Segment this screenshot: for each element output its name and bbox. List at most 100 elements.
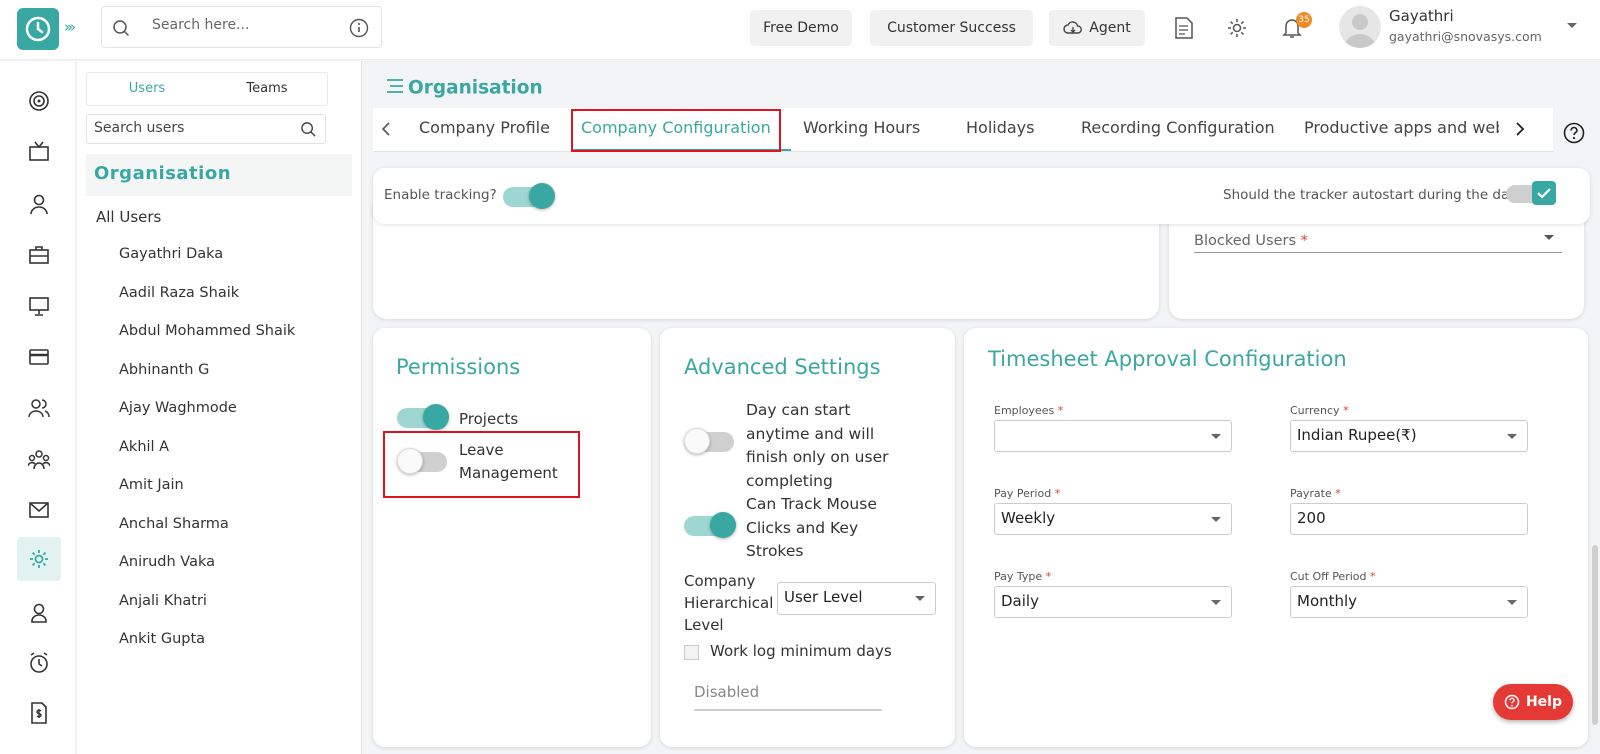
work-log-checkbox[interactable]: [684, 645, 699, 660]
currency-label: Currency *: [1290, 404, 1349, 417]
nav-users[interactable]: [17, 386, 61, 430]
search-icon[interactable]: [300, 121, 317, 138]
info-icon[interactable]: [349, 18, 369, 38]
tab-recording-configuration[interactable]: Recording Configuration: [1081, 118, 1275, 137]
list-item[interactable]: Anchal Sharma: [119, 516, 295, 555]
list-item[interactable]: Ajay Waghmode: [119, 400, 295, 439]
mouse-tracking-toggle[interactable]: [684, 512, 736, 538]
tab-users[interactable]: Users: [87, 73, 207, 105]
currency-select[interactable]: Indian Rupee(₹): [1290, 420, 1528, 452]
tab-holidays[interactable]: Holidays: [966, 118, 1034, 137]
advanced-settings-card: Advanced Settings Day can start anytime a…: [660, 328, 955, 747]
permissions-title: Permissions: [396, 355, 521, 379]
chevron-right-icon[interactable]: [1515, 122, 1525, 136]
day-start-toggle[interactable]: [684, 428, 736, 454]
tab-company-profile[interactable]: Company Profile: [419, 118, 550, 137]
help-question-icon[interactable]: [1563, 122, 1585, 144]
briefcase-icon: [29, 246, 49, 264]
nav-timer[interactable]: [17, 641, 61, 685]
nav-monitor[interactable]: [17, 284, 61, 328]
page-scrollbar[interactable]: [1592, 545, 1598, 725]
person-badge-icon: [31, 603, 47, 623]
user-name: Gayathri: [1389, 7, 1454, 25]
settings-gear-icon: [30, 550, 48, 568]
advanced-settings-title: Advanced Settings: [684, 355, 881, 379]
clock-logo-icon: [25, 16, 51, 42]
search-icon: [113, 20, 130, 37]
tv-icon: [29, 141, 49, 161]
team-icon: [28, 450, 50, 470]
list-item[interactable]: Abhinanth G: [119, 362, 295, 401]
settings-gear-icon[interactable]: [1226, 17, 1248, 39]
global-search: [101, 6, 382, 48]
document-icon[interactable]: [1174, 16, 1194, 40]
nav-employees[interactable]: [17, 182, 61, 226]
pay-type-select[interactable]: Daily: [994, 586, 1232, 618]
permissions-card: Permissions Projects Leave Management: [373, 328, 651, 747]
organisation-header[interactable]: Organisation: [86, 154, 352, 196]
page-title: Organisation: [386, 77, 543, 100]
nav-mail[interactable]: [17, 488, 61, 532]
employees-label: Employees *: [994, 404, 1064, 417]
nav-settings[interactable]: [17, 537, 61, 581]
chevron-down-icon[interactable]: [1566, 22, 1578, 30]
hierarchy-select[interactable]: User Level: [777, 582, 936, 615]
users-icon: [28, 399, 50, 418]
nav-projects[interactable]: [17, 233, 61, 277]
projects-toggle[interactable]: [397, 404, 449, 430]
user-search-input[interactable]: [94, 120, 284, 136]
autostart-checkbox[interactable]: [1506, 181, 1556, 207]
nav-billing[interactable]: [17, 335, 61, 379]
mouse-tracking-label: Can Track Mouse Clicks and Key Strokes: [746, 495, 877, 560]
list-item[interactable]: Abdul Mohammed Shaik: [119, 323, 295, 362]
page-title-text: Organisation: [408, 77, 543, 99]
list-item[interactable]: Anjali Khatri: [119, 593, 295, 632]
day-start-label: Day can start anytime and will finish only…: [746, 401, 889, 490]
tab-teams[interactable]: Teams: [207, 73, 327, 105]
chevron-left-icon[interactable]: [381, 122, 391, 136]
expand-menu-icon[interactable]: ›››: [64, 18, 76, 36]
pay-period-label: Pay Period *: [994, 487, 1061, 500]
cutoff-period-select[interactable]: Monthly: [1290, 586, 1528, 618]
blocked-users-label: Blocked Users *: [1194, 233, 1308, 249]
tab-productive-apps[interactable]: Productive apps and web: [1304, 118, 1499, 137]
payrate-label: Payrate *: [1290, 487, 1341, 500]
list-item[interactable]: Amit Jain: [119, 477, 295, 516]
enable-tracking-label: Enable tracking?: [384, 187, 497, 203]
employees-select[interactable]: [994, 420, 1232, 452]
work-log-value: Disabled: [694, 683, 760, 701]
agent-button[interactable]: Agent: [1049, 10, 1145, 46]
nav-profile[interactable]: [17, 591, 61, 635]
list-item[interactable]: Akhil A: [119, 439, 295, 478]
app-logo[interactable]: [17, 8, 59, 50]
target-icon: [29, 91, 49, 111]
menu-icon[interactable]: [386, 77, 404, 95]
credit-card-icon: [29, 349, 49, 365]
list-item[interactable]: Aadil Raza Shaik: [119, 285, 295, 324]
list-item[interactable]: Anirudh Vaka: [119, 554, 295, 593]
autostart-label: Should the tracker autostart during the …: [1223, 187, 1518, 203]
nav-live[interactable]: [17, 130, 61, 174]
tab-working-hours[interactable]: Working Hours: [803, 118, 920, 137]
agent-label: Agent: [1089, 20, 1131, 36]
help-button[interactable]: Help: [1493, 684, 1573, 720]
nav-invoice[interactable]: [17, 691, 61, 735]
free-demo-button[interactable]: Free Demo: [750, 10, 852, 46]
list-item[interactable]: Ankit Gupta: [119, 631, 295, 670]
pay-period-select[interactable]: Weekly: [994, 503, 1232, 535]
payrate-input[interactable]: 200: [1290, 503, 1528, 535]
invoice-dollar-icon: [31, 702, 47, 724]
all-users-item[interactable]: All Users: [96, 208, 161, 226]
list-item[interactable]: Gayathri Daka: [119, 246, 295, 285]
user-avatar[interactable]: [1339, 6, 1381, 48]
customer-success-button[interactable]: Customer Success: [870, 10, 1033, 46]
global-search-input[interactable]: [152, 17, 332, 33]
enable-tracking-toggle[interactable]: [503, 183, 555, 209]
hierarchy-label: Company Hierarchical Level: [684, 572, 774, 634]
checkmark-icon: [1537, 188, 1551, 199]
nav-teams[interactable]: [17, 438, 61, 482]
user-team-toggle: Users Teams: [86, 72, 328, 106]
chevron-down-icon[interactable]: [1544, 235, 1554, 240]
user-list: Gayathri Daka Aadil Raza Shaik Abdul Moh…: [119, 246, 295, 670]
nav-dashboard[interactable]: [17, 79, 61, 123]
